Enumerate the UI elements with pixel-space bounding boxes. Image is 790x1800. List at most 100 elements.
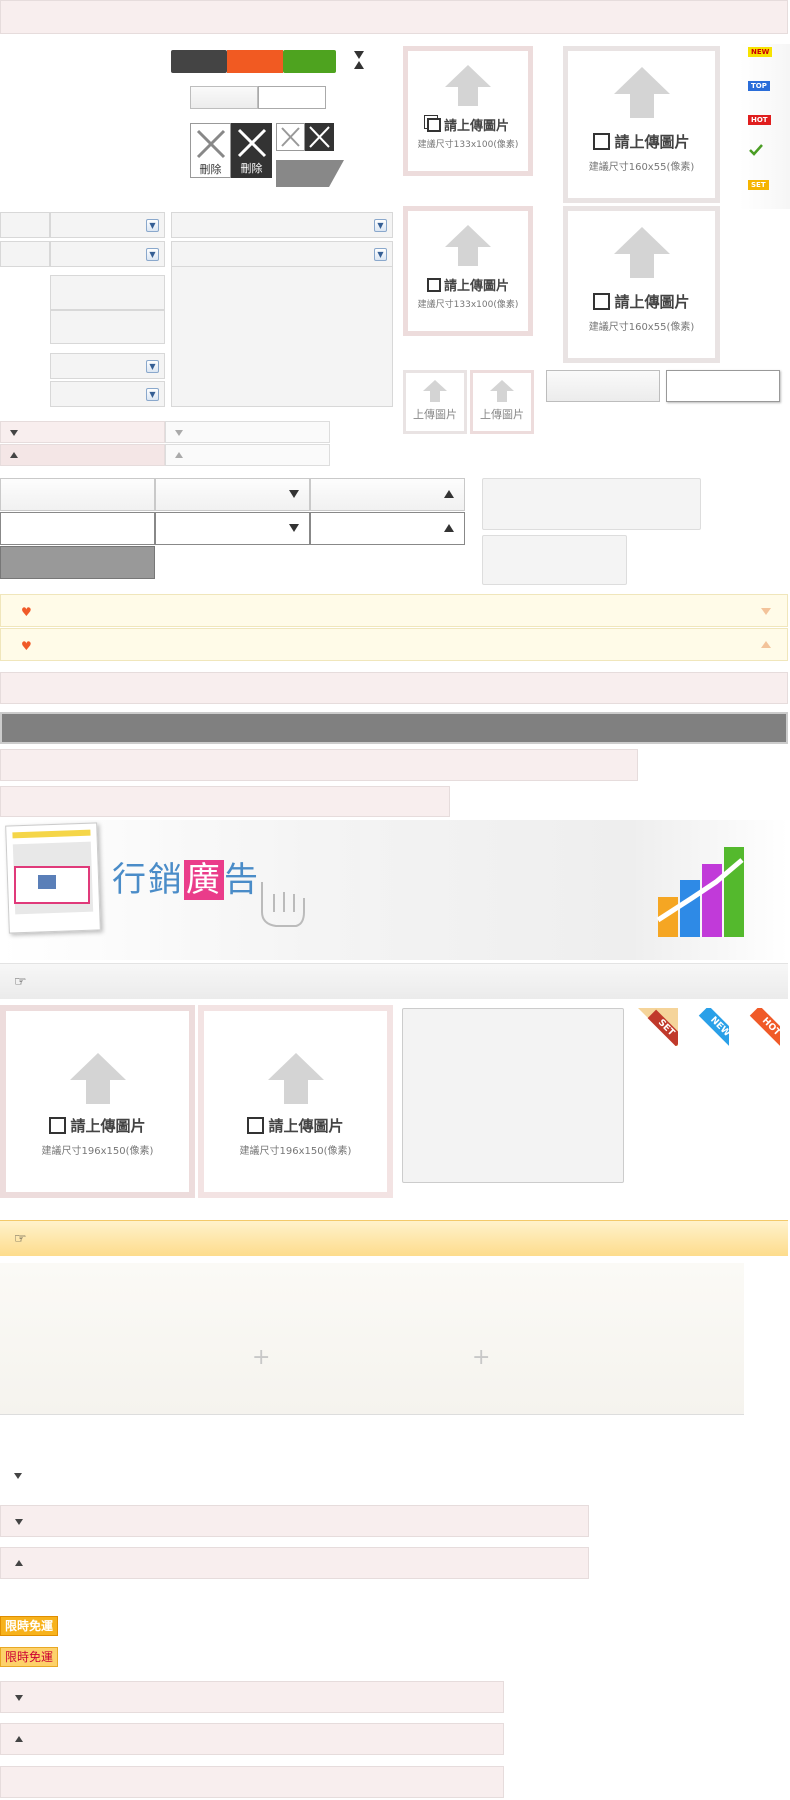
grid-cell-sort-down[interactable] <box>155 512 310 545</box>
caret-up-icon <box>761 641 771 648</box>
delete-button-light[interactable]: 刪除 <box>190 123 231 178</box>
chevron-down-icon: ▼ <box>146 248 159 261</box>
upload-arrow-icon <box>69 1053 126 1104</box>
segment-left-button[interactable] <box>190 86 258 109</box>
upload-title: 請上傳圖片 <box>568 291 715 312</box>
grid-cell-sort-up[interactable] <box>310 478 465 511</box>
chevron-down-icon: ▼ <box>374 219 387 232</box>
grid-cell-sort-up[interactable] <box>310 512 465 545</box>
sort-row-down[interactable] <box>0 421 165 443</box>
section-header-gray: ☞ <box>0 963 788 999</box>
hourglass-icon <box>353 50 365 70</box>
upload-hint: 建議尺寸133x100(像素) <box>417 140 519 150</box>
upload-arrow-icon <box>613 67 670 118</box>
select-4[interactable]: ▼ <box>50 381 165 407</box>
upload-title: 請上傳圖片 <box>408 275 528 294</box>
copy-icon <box>593 293 611 310</box>
grid-cell-sort-down[interactable] <box>155 478 310 511</box>
plus-icon[interactable]: + <box>472 1345 490 1370</box>
caret-down-icon <box>289 490 299 498</box>
upload-hint: 建議尺寸133x100(像素) <box>417 300 519 310</box>
copy-icon <box>49 1117 67 1134</box>
grid-cell[interactable] <box>0 512 155 545</box>
long-bar-pink <box>0 672 788 704</box>
input-box-2[interactable] <box>50 310 165 344</box>
dark-button[interactable] <box>171 50 227 73</box>
caret-down-icon <box>15 1695 23 1701</box>
caret-up-icon <box>10 452 18 458</box>
upload-small-label: 上傳圖片 <box>413 408 457 421</box>
close-button-small-dark[interactable] <box>305 123 334 151</box>
select-wide-2[interactable]: ▼ <box>171 241 393 267</box>
caret-down-icon <box>289 524 299 532</box>
copy-icon <box>247 1117 265 1134</box>
upload-hint: 建議尺寸160x55(像素) <box>588 162 695 173</box>
bar-chart-graphic <box>656 847 744 937</box>
sort-row-up[interactable] <box>0 444 165 466</box>
sort-row-up-light[interactable] <box>165 444 330 466</box>
sort-row-down-light[interactable] <box>165 421 330 443</box>
select-1[interactable]: ▼ <box>50 212 165 238</box>
close-button-small-light[interactable] <box>276 123 305 151</box>
input-box-1[interactable] <box>50 275 165 310</box>
upload-arrow-icon <box>423 380 447 402</box>
upload-hint: 建議尺寸196x150(像素) <box>239 1146 352 1157</box>
plain-row <box>0 1766 504 1798</box>
upload-title: 請上傳圖片 <box>568 131 715 152</box>
collapsible-row-up-2[interactable] <box>0 1723 504 1755</box>
close-icon <box>281 127 300 147</box>
upload-box-196-b[interactable]: 請上傳圖片 建議尺寸196x150(像素) <box>198 1005 393 1198</box>
upload-small-a[interactable]: 上傳圖片 <box>403 370 467 434</box>
upload-box-160-a[interactable]: 請上傳圖片 建議尺寸160x55(像素) <box>563 46 720 203</box>
short-bar-pink <box>0 786 450 817</box>
hot-ribbon: HOT <box>740 1008 780 1046</box>
upload-title: 請上傳圖片 <box>408 115 528 134</box>
upload-hint: 建議尺寸196x150(像素) <box>41 1146 154 1157</box>
upload-box-196-a[interactable]: 請上傳圖片 建議尺寸196x150(像素) <box>0 1005 195 1198</box>
green-button[interactable] <box>283 50 336 73</box>
delete-button-dark[interactable]: 刪除 <box>231 123 272 178</box>
plus-icon[interactable]: + <box>252 1345 270 1370</box>
select-label-1 <box>0 212 50 238</box>
long-bar-gray <box>0 712 788 744</box>
accordion-row-collapsed[interactable]: ♥ <box>0 594 788 627</box>
gray-button-1[interactable] <box>546 370 660 402</box>
upload-box-133-a[interactable]: 請上傳圖片 建議尺寸133x100(像素) <box>403 46 533 176</box>
marketing-banner: 行銷廣告 <box>0 820 788 960</box>
upload-title: 請上傳圖片 <box>204 1115 387 1136</box>
segment-right-button[interactable] <box>258 86 326 109</box>
grid-cell[interactable] <box>0 478 155 511</box>
upload-small-b[interactable]: 上傳圖片 <box>470 370 534 434</box>
caret-down-icon <box>10 430 18 436</box>
accordion-row-expanded[interactable]: ♥ <box>0 628 788 661</box>
promo-label-2: 限時免運 <box>0 1647 59 1667</box>
collapsible-row-down-2[interactable] <box>0 1681 504 1713</box>
promo-label-1: 限時免運 <box>0 1616 59 1636</box>
chevron-down-icon: ▼ <box>146 360 159 373</box>
pointing-hand-icon <box>261 882 305 927</box>
select-2[interactable]: ▼ <box>50 241 165 267</box>
upload-arrow-icon <box>267 1053 324 1104</box>
select-3[interactable]: ▼ <box>50 353 165 379</box>
caret-down-icon <box>15 1519 23 1525</box>
medium-bar-pink <box>0 749 638 781</box>
upload-box-133-b[interactable]: 請上傳圖片 建議尺寸133x100(像素) <box>403 206 533 336</box>
chevron-down-icon: ▼ <box>146 388 159 401</box>
caret-down-icon[interactable] <box>14 1468 22 1482</box>
upload-box-160-b[interactable]: 請上傳圖片 建議尺寸160x55(像素) <box>563 206 720 363</box>
white-button-1[interactable] <box>666 370 780 402</box>
panel-box-1 <box>482 478 701 530</box>
select-wide-1[interactable]: ▼ <box>171 212 393 238</box>
gray-button-dark[interactable] <box>0 546 155 579</box>
caret-up-icon <box>15 1560 23 1566</box>
hot-badge: HOT <box>748 115 771 125</box>
upload-arrow-icon <box>490 380 514 402</box>
caret-up-icon <box>444 490 454 498</box>
textarea-large[interactable] <box>171 267 393 407</box>
orange-button[interactable] <box>227 50 283 73</box>
delete-label: 刪除 <box>240 162 263 175</box>
collapsible-row-up[interactable] <box>0 1547 589 1579</box>
new-ribbon: NEW <box>689 1008 729 1046</box>
banner-title: 行銷廣告 <box>112 860 260 900</box>
collapsible-row-down[interactable] <box>0 1505 589 1537</box>
